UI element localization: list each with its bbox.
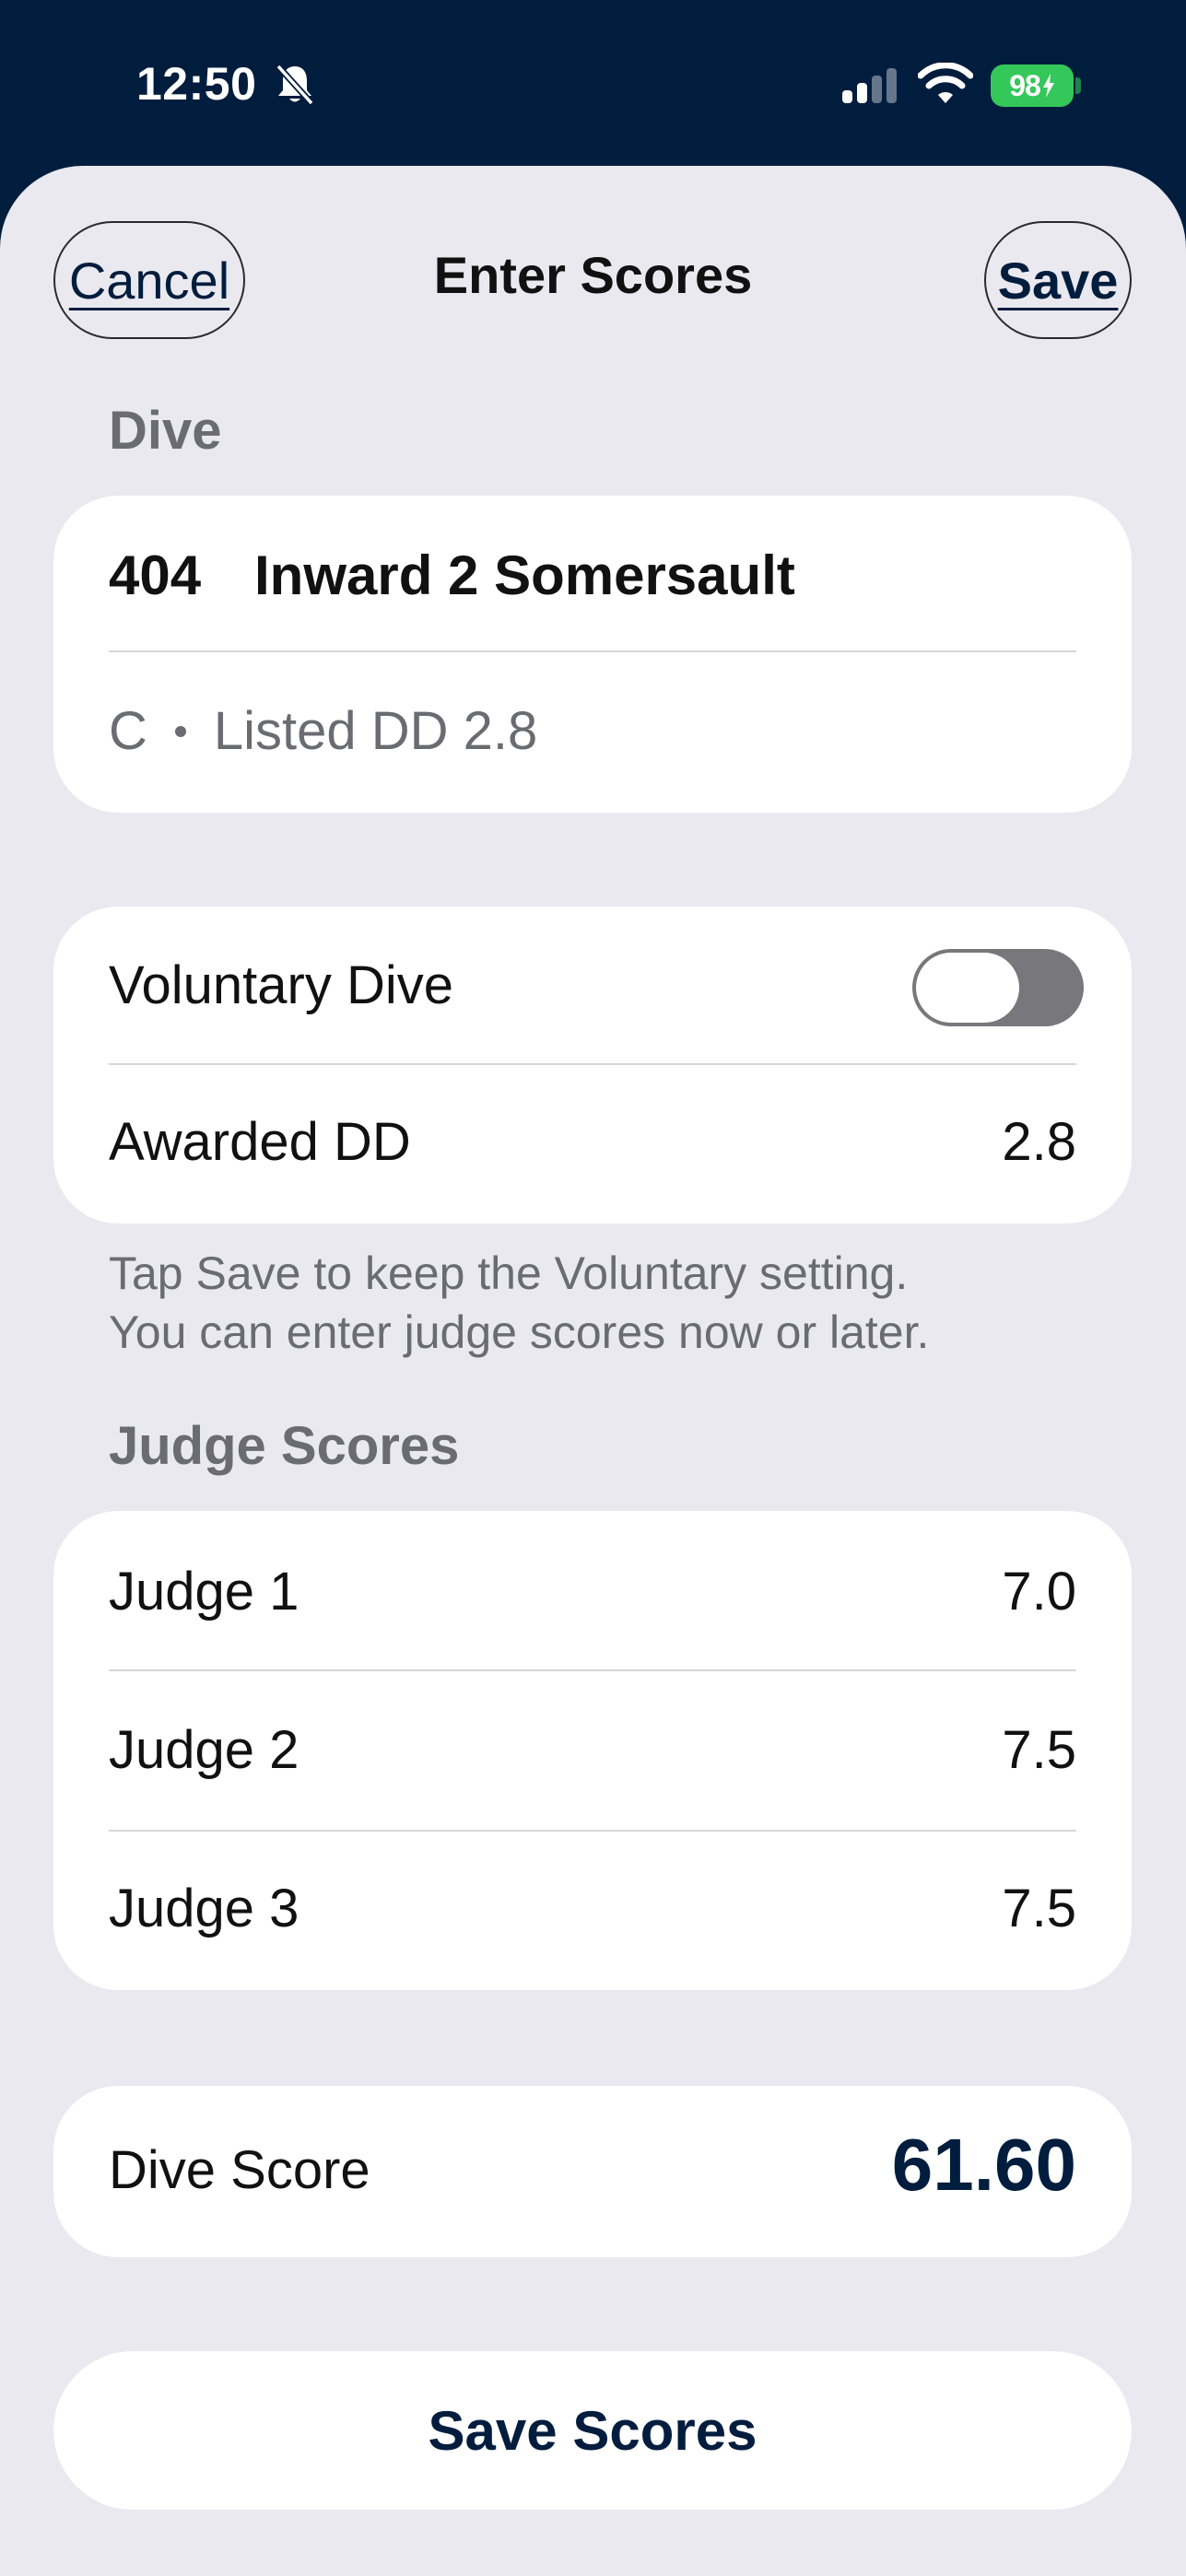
footnote-line-2: You can enter judge scores now or later.: [109, 1306, 930, 1358]
judge-3-label: Judge 3: [109, 1879, 299, 1938]
judge-1-score[interactable]: 7.0: [1002, 1561, 1076, 1622]
charging-bolt-icon: [1042, 74, 1054, 98]
status-bar: 12:50 98: [0, 0, 1186, 175]
dive-meta: C Listed DD 2.8: [109, 700, 537, 762]
judge-2-label: Judge 2: [109, 1720, 299, 1780]
divider: [109, 650, 1076, 652]
judge-scores-header: Judge Scores: [109, 1416, 460, 1476]
status-time: 12:50: [136, 58, 257, 110]
battery-level: 98: [1009, 68, 1041, 102]
listed-dd: Listed DD 2.8: [213, 701, 538, 761]
awarded-dd-value[interactable]: 2.8: [1002, 1111, 1076, 1173]
dive-score-label: Dive Score: [109, 2140, 370, 2200]
judge-3-score[interactable]: 7.5: [1002, 1878, 1076, 1939]
judge-1-label: Judge 1: [109, 1562, 299, 1622]
judge-scores-card: Judge 1 7.0 Judge 2 7.5 Judge 3 7.5: [53, 1511, 1132, 1990]
judge-2-score[interactable]: 7.5: [1002, 1719, 1076, 1781]
battery-nub: [1075, 77, 1081, 94]
footnote-line-1: Tap Save to keep the Voluntary setting.: [109, 1247, 909, 1299]
dive-code: 404: [109, 544, 202, 606]
bell-slash-icon: [276, 64, 314, 106]
settings-card: Voluntary Dive Awarded DD 2.8: [53, 907, 1132, 1224]
divider: [109, 1830, 1076, 1832]
dive-position: C: [109, 701, 147, 761]
voluntary-footnote: Tap Save to keep the Voluntary setting. …: [109, 1244, 1122, 1362]
dive-name: Inward 2 Somersault: [254, 544, 795, 606]
cellular-signal-icon: [842, 68, 897, 103]
voluntary-dive-label: Voluntary Dive: [109, 955, 453, 1015]
voluntary-dive-toggle[interactable]: [912, 949, 1084, 1026]
awarded-dd-label: Awarded DD: [109, 1112, 411, 1172]
dive-section-header: Dive: [109, 401, 222, 461]
dive-score-value: 61.60: [891, 2124, 1076, 2206]
save-button[interactable]: Save: [984, 221, 1132, 339]
battery-charging-icon: 98: [991, 64, 1074, 107]
divider: [109, 1669, 1076, 1671]
wifi-icon: [918, 63, 973, 103]
dive-card: 404 Inward 2 Somersault C Listed DD 2.8: [53, 496, 1132, 813]
toggle-knob: [916, 953, 1019, 1023]
divider: [109, 1063, 1076, 1065]
dive-score-card: Dive Score 61.60: [53, 2086, 1132, 2257]
separator-dot: [174, 725, 186, 737]
save-scores-button[interactable]: Save Scores: [53, 2351, 1132, 2510]
